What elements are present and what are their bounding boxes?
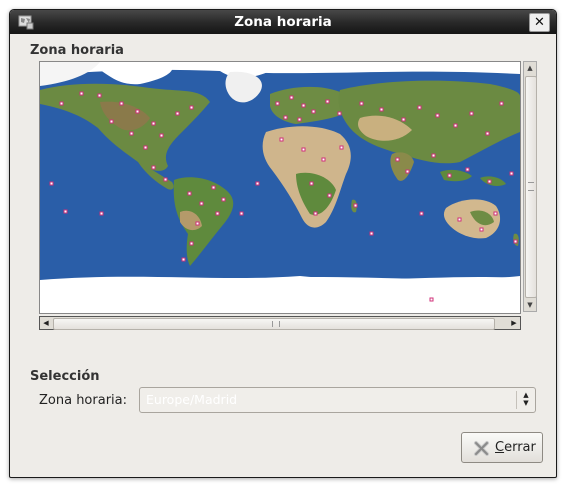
- timezone-combobox[interactable]: Europe/Madrid ▲ ▼: [139, 387, 536, 413]
- window-title: Zona horaria: [234, 14, 332, 30]
- close-icon[interactable]: ✕: [529, 13, 550, 32]
- timezone-field-label: Zona horaria:: [39, 393, 128, 408]
- close-button-label: Cerrar: [495, 440, 536, 455]
- world-map[interactable]: [40, 62, 520, 313]
- close-button[interactable]: Cerrar: [461, 432, 543, 463]
- timezone-value[interactable]: Europe/Madrid: [146, 392, 237, 407]
- horizontal-scroll-thumb[interactable]: [53, 318, 495, 330]
- scroll-right-arrow-icon[interactable]: ▶: [508, 317, 520, 329]
- selection-heading: Selección: [30, 369, 100, 384]
- map-horizontal-scrollbar[interactable]: ◀ ▶: [39, 316, 521, 330]
- globe-icon[interactable]: [18, 14, 34, 30]
- combo-divider: [516, 391, 517, 409]
- timezone-dialog: Zona horaria ✕ Zona horaria ▲ ▼ ◀ ▶ Sele…: [9, 9, 557, 478]
- map-vertical-scrollbar[interactable]: ▲ ▼: [523, 61, 537, 312]
- map-frame-label: Zona horaria: [30, 43, 124, 58]
- title-bar[interactable]: Zona horaria ✕: [10, 10, 556, 34]
- red-x-icon: [474, 441, 489, 456]
- scroll-left-arrow-icon[interactable]: ◀: [40, 317, 52, 329]
- scroll-down-arrow-icon[interactable]: ▼: [524, 299, 536, 311]
- timezone-map[interactable]: [39, 61, 521, 314]
- combo-spin-icon[interactable]: ▲ ▼: [521, 391, 531, 409]
- scroll-up-arrow-icon[interactable]: ▲: [524, 62, 536, 74]
- vertical-scroll-thumb[interactable]: [525, 76, 537, 298]
